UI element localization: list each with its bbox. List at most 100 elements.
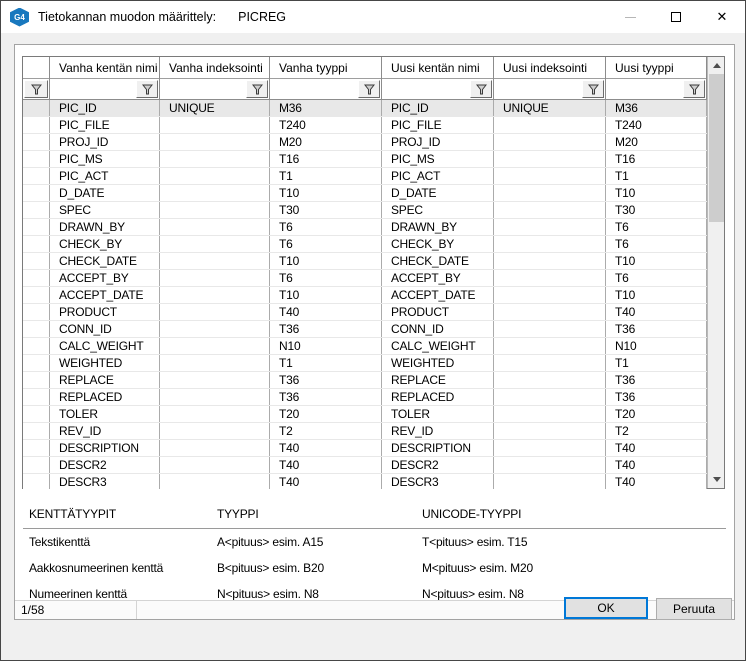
cell[interactable]: T1 [606, 168, 707, 184]
cell[interactable]: T1 [270, 168, 382, 184]
cell[interactable] [160, 270, 270, 286]
cell[interactable]: T40 [270, 304, 382, 320]
table-row[interactable]: CONN_IDT36CONN_IDT36 [23, 321, 707, 338]
cell[interactable]: T40 [606, 474, 707, 489]
cell[interactable] [160, 304, 270, 320]
cell[interactable]: T16 [270, 151, 382, 167]
row-selector-cell[interactable] [23, 134, 50, 150]
filter-button[interactable] [358, 80, 380, 98]
cell[interactable]: T6 [606, 236, 707, 252]
cell[interactable]: PIC_ID [382, 100, 494, 116]
cell[interactable]: T40 [270, 474, 382, 489]
cell[interactable]: UNIQUE [494, 100, 606, 116]
table-row[interactable]: DESCR2T40DESCR2T40 [23, 457, 707, 474]
cell[interactable]: T10 [270, 185, 382, 201]
cell[interactable] [494, 219, 606, 235]
cell[interactable]: T10 [606, 185, 707, 201]
table-row[interactable]: PROJ_IDM20PROJ_IDM20 [23, 134, 707, 151]
filter-button[interactable] [470, 80, 492, 98]
row-selector-cell[interactable] [23, 440, 50, 456]
cell[interactable]: M20 [270, 134, 382, 150]
cell[interactable]: DESCRIPTION [382, 440, 494, 456]
table-row[interactable]: REV_IDT2REV_IDT2 [23, 423, 707, 440]
cell[interactable]: T40 [606, 457, 707, 473]
cell[interactable]: T6 [270, 219, 382, 235]
cell[interactable]: M36 [270, 100, 382, 116]
cell[interactable]: T6 [606, 270, 707, 286]
cell[interactable] [160, 219, 270, 235]
table-row[interactable]: DESCRIPTIONT40DESCRIPTIONT40 [23, 440, 707, 457]
cell[interactable] [160, 440, 270, 456]
row-selector-cell[interactable] [23, 355, 50, 371]
cell[interactable]: UNIQUE [160, 100, 270, 116]
cell[interactable]: CHECK_BY [50, 236, 160, 252]
filter-button[interactable] [246, 80, 268, 98]
table-row[interactable]: PIC_ACTT1PIC_ACTT1 [23, 168, 707, 185]
cell[interactable]: M36 [606, 100, 707, 116]
column-header-vanha-kentan-nimi[interactable]: Vanha kentän nimi [50, 57, 160, 99]
cell[interactable]: CALC_WEIGHT [382, 338, 494, 354]
cell[interactable] [160, 236, 270, 252]
cell[interactable]: T240 [606, 117, 707, 133]
cell[interactable] [160, 338, 270, 354]
cell[interactable]: REPLACE [50, 372, 160, 388]
row-selector-cell[interactable] [23, 202, 50, 218]
cell[interactable]: DRAWN_BY [382, 219, 494, 235]
cell[interactable] [494, 372, 606, 388]
table-row[interactable]: CHECK_BYT6CHECK_BYT6 [23, 236, 707, 253]
cell[interactable]: T40 [270, 457, 382, 473]
cell[interactable] [494, 287, 606, 303]
row-selector-cell[interactable] [23, 253, 50, 269]
close-button[interactable]: ✕ [699, 1, 745, 33]
cell[interactable]: REPLACE [382, 372, 494, 388]
table-row[interactable]: PIC_FILET240PIC_FILET240 [23, 117, 707, 134]
cell[interactable]: REPLACED [50, 389, 160, 405]
row-selector-cell[interactable] [23, 406, 50, 422]
column-header-uusi-kentan-nimi[interactable]: Uusi kentän nimi [382, 57, 494, 99]
table-row[interactable]: ACCEPT_BYT6ACCEPT_BYT6 [23, 270, 707, 287]
scroll-up-button[interactable] [708, 57, 725, 74]
cell[interactable]: T16 [606, 151, 707, 167]
cell[interactable]: SPEC [50, 202, 160, 218]
cell[interactable]: REV_ID [382, 423, 494, 439]
row-selector-cell[interactable] [23, 100, 50, 116]
cell[interactable] [160, 372, 270, 388]
row-selector-cell[interactable] [23, 389, 50, 405]
filter-field[interactable] [270, 78, 381, 99]
cell[interactable]: T6 [270, 270, 382, 286]
cell[interactable]: M20 [606, 134, 707, 150]
cell[interactable]: N10 [606, 338, 707, 354]
cell[interactable]: T240 [270, 117, 382, 133]
cell[interactable] [160, 253, 270, 269]
cell[interactable]: T40 [606, 440, 707, 456]
cell[interactable]: T1 [606, 355, 707, 371]
cell[interactable] [494, 389, 606, 405]
row-selector-cell[interactable] [23, 168, 50, 184]
scroll-down-button[interactable] [708, 471, 725, 488]
cell[interactable]: T40 [270, 440, 382, 456]
row-selector-cell[interactable] [23, 474, 50, 489]
cancel-button[interactable]: Peruuta [656, 598, 732, 620]
cell[interactable]: PROJ_ID [50, 134, 160, 150]
filter-button[interactable] [683, 80, 705, 98]
cell[interactable]: CHECK_DATE [382, 253, 494, 269]
filter-button[interactable] [136, 80, 158, 98]
cell[interactable] [160, 117, 270, 133]
cell[interactable]: ACCEPT_DATE [382, 287, 494, 303]
cell[interactable]: T2 [606, 423, 707, 439]
cell[interactable] [494, 406, 606, 422]
maximize-button[interactable] [653, 1, 699, 33]
column-header-vanha-tyyppi[interactable]: Vanha tyyppi [270, 57, 382, 99]
cell[interactable]: T2 [270, 423, 382, 439]
cell[interactable]: N10 [270, 338, 382, 354]
cell[interactable]: CALC_WEIGHT [50, 338, 160, 354]
cell[interactable]: T10 [270, 287, 382, 303]
cell[interactable]: T10 [270, 253, 382, 269]
filter-field[interactable] [160, 78, 269, 99]
column-header-uusi-indeksointi[interactable]: Uusi indeksointi [494, 57, 606, 99]
row-selector-cell[interactable] [23, 372, 50, 388]
cell[interactable]: PIC_ACT [382, 168, 494, 184]
cell[interactable]: ACCEPT_BY [50, 270, 160, 286]
cell[interactable]: PRODUCT [382, 304, 494, 320]
cell[interactable]: T30 [606, 202, 707, 218]
